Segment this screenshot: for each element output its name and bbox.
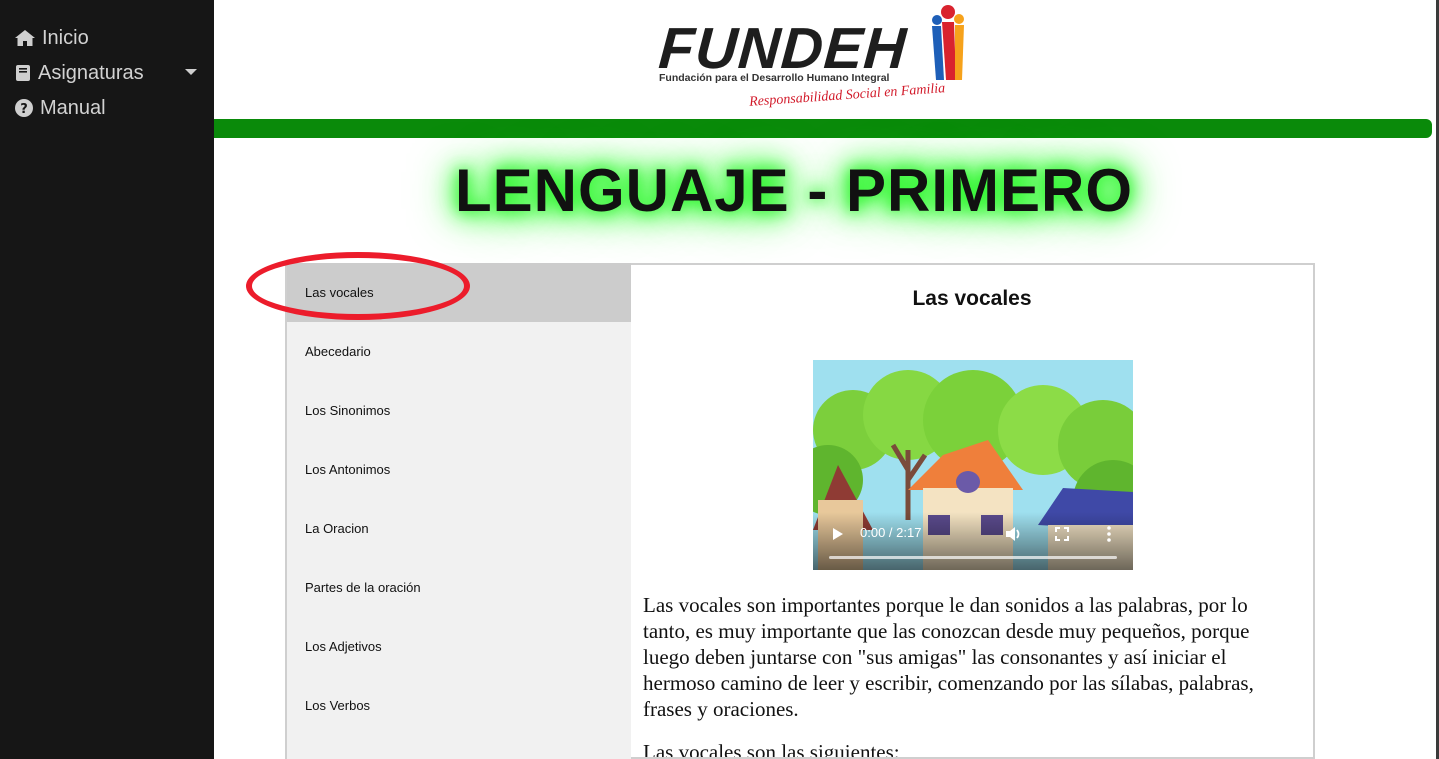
header: FUNDEH Fundación para el Desarrollo Huma… <box>214 0 1436 120</box>
play-icon[interactable] <box>833 528 843 540</box>
topic-label: Partes de la oración <box>305 580 421 595</box>
topic-label: Los Sinonimos <box>305 403 391 418</box>
topic-item-la-oracion[interactable]: La Oracion <box>287 499 631 558</box>
topic-item-las-vocales[interactable]: Las vocales <box>287 263 631 322</box>
topic-list: Las vocales Abecedario Los Sinonimos Los… <box>285 263 634 759</box>
sidebar-item-label: Inicio <box>42 26 89 49</box>
svg-text:?: ? <box>20 102 28 117</box>
topic-label: La Oracion <box>305 521 369 536</box>
logo[interactable]: FUNDEH Fundación para el Desarrollo Huma… <box>656 5 979 116</box>
topic-item-los-verbos[interactable]: Los Verbos <box>287 676 631 735</box>
logo-subtitle: Fundación para el Desarrollo Humano Inte… <box>659 72 890 84</box>
content-title: Las vocales <box>912 287 1032 310</box>
video-progress-bar[interactable] <box>829 556 1117 559</box>
video-controls: 0:00 / 2:17 <box>813 512 1133 570</box>
sidebar-item-manual[interactable]: ? Manual <box>14 94 106 122</box>
more-options-icon[interactable] <box>1107 526 1111 542</box>
sidebar: Inicio Asignaturas ? Manual <box>0 0 214 759</box>
topic-label: Abecedario <box>305 344 371 359</box>
video-time: 0:00 / 2:17 <box>860 525 922 540</box>
topic-item-los-adjetivos[interactable]: Los Adjetivos <box>287 617 631 676</box>
logo-wordmark: FUNDEH <box>656 16 909 81</box>
people-figures-icon <box>932 5 964 80</box>
fullscreen-icon[interactable] <box>1055 527 1069 541</box>
paragraph-list-intro: Las vocales son las siguientes: <box>643 740 900 759</box>
topic-label: Los Verbos <box>305 698 371 713</box>
page-title: LENGUAJE - PRIMERO <box>454 157 1134 224</box>
content-panel: Las vocales 0:00 / 2:17 Las vocales son … <box>631 263 1315 759</box>
sidebar-item-label: Manual <box>40 96 106 119</box>
topic-label: Los Antonimos <box>305 462 391 477</box>
video-player[interactable]: 0:00 / 2:17 <box>813 360 1133 570</box>
logo-tagline: Responsabilidad Social en Familia <box>748 81 946 110</box>
book-icon <box>16 65 30 81</box>
topic-item-los-antonimos[interactable]: Los Antonimos <box>287 440 631 499</box>
topic-item-abecedario[interactable]: Abecedario <box>287 322 631 381</box>
volume-icon[interactable] <box>1005 526 1023 542</box>
topic-item-partes-de-la-oracion[interactable]: Partes de la oración <box>287 558 631 617</box>
header-divider <box>214 119 1432 138</box>
sidebar-item-label: Asignaturas <box>38 61 144 84</box>
sidebar-item-inicio[interactable]: Inicio <box>14 24 89 52</box>
home-icon <box>15 30 35 46</box>
paragraph-intro: Las vocales son importantes porque le da… <box>643 593 1254 721</box>
topic-item-los-sinonimos[interactable]: Los Sinonimos <box>287 381 631 440</box>
topic-label: Los Adjetivos <box>305 639 382 654</box>
sidebar-item-asignaturas[interactable]: Asignaturas <box>14 59 144 87</box>
question-circle-icon: ? <box>15 99 33 117</box>
chevron-down-icon[interactable] <box>185 69 197 75</box>
topic-label: Las vocales <box>305 285 374 300</box>
